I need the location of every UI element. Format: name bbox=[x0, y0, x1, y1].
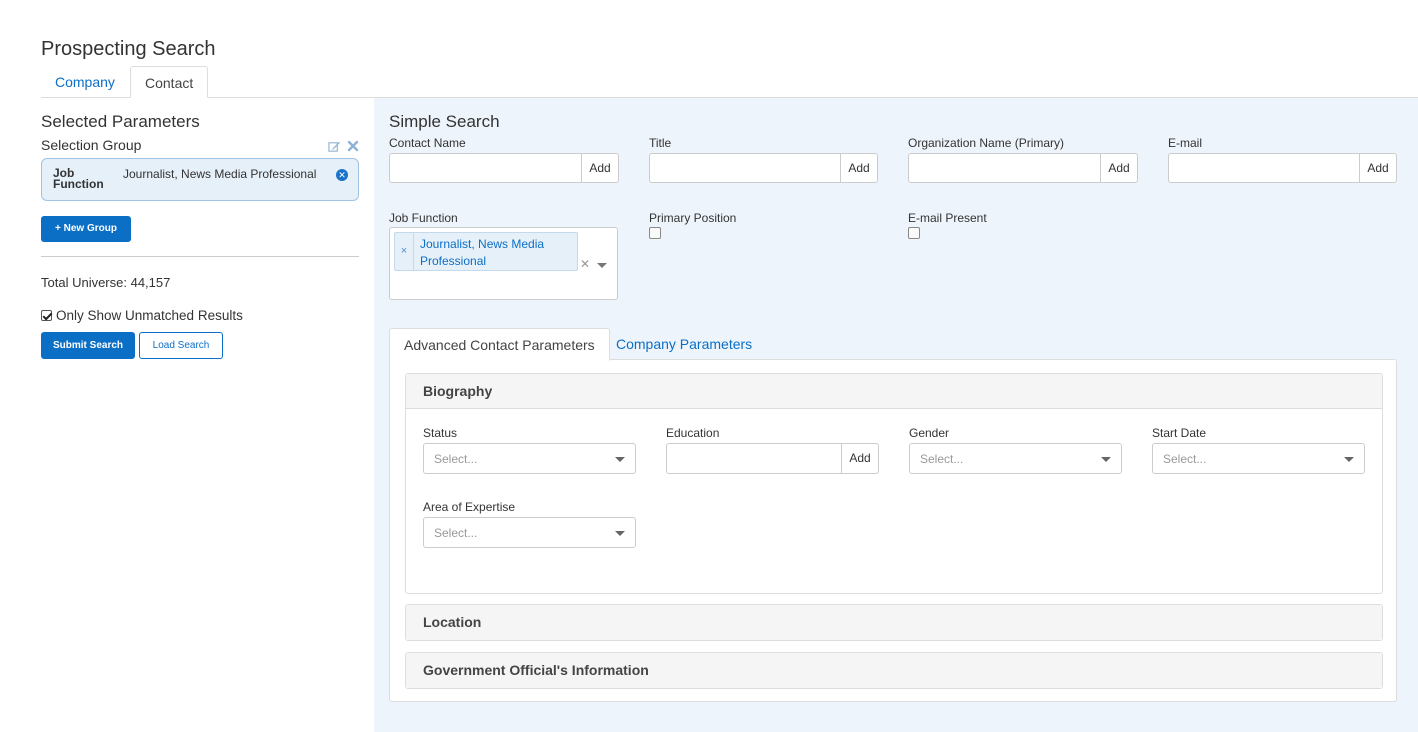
organization-label: Organization Name (Primary) bbox=[908, 136, 1065, 150]
primary-position-checkbox[interactable] bbox=[649, 227, 661, 239]
selection-group-item: Job Function Journalist, News Media Prof… bbox=[41, 158, 359, 201]
only-unmatched-label: Only Show Unmatched Results bbox=[56, 308, 243, 323]
organization-add-button[interactable]: Add bbox=[1100, 154, 1137, 182]
new-group-button[interactable]: + New Group bbox=[41, 216, 131, 242]
page-title: Prospecting Search bbox=[41, 38, 216, 60]
chevron-down-icon[interactable] bbox=[597, 263, 607, 268]
tab-company[interactable]: Company bbox=[41, 66, 129, 98]
group-param-value: Journalist, News Media Professional bbox=[123, 167, 317, 181]
status-select[interactable]: Select... bbox=[423, 443, 636, 474]
selection-group-label: Selection Group bbox=[41, 137, 142, 153]
chevron-down-icon bbox=[615, 531, 625, 536]
title-field[interactable]: Add bbox=[649, 153, 878, 183]
advanced-parameters-box: Biography Status Select... Education Add… bbox=[389, 359, 1397, 702]
clear-icon[interactable]: ✕ bbox=[580, 257, 590, 271]
gender-label: Gender bbox=[909, 426, 950, 440]
selected-parameters-title: Selected Parameters bbox=[41, 112, 200, 131]
location-panel[interactable]: Location bbox=[405, 604, 1383, 641]
primary-position-label: Primary Position bbox=[649, 211, 737, 225]
organization-field[interactable]: Add bbox=[908, 153, 1138, 183]
chevron-down-icon bbox=[615, 457, 625, 462]
search-panel: Simple Search Contact Name Add Title Add… bbox=[374, 98, 1418, 732]
submit-search-button[interactable]: Submit Search bbox=[41, 332, 135, 359]
group-param-key: Job Function bbox=[53, 166, 104, 191]
biography-heading[interactable]: Biography bbox=[406, 374, 1382, 409]
area-of-expertise-label: Area of Expertise bbox=[423, 500, 516, 514]
simple-search-title: Simple Search bbox=[389, 112, 500, 131]
tab-contact[interactable]: Contact bbox=[130, 66, 209, 98]
start-date-label: Start Date bbox=[1152, 426, 1207, 440]
email-label: E-mail bbox=[1168, 136, 1203, 150]
education-add-button[interactable]: Add bbox=[841, 444, 878, 473]
status-label: Status bbox=[423, 426, 458, 440]
chevron-down-icon bbox=[1101, 457, 1111, 462]
job-function-chip-label: Journalist, News Media Professional bbox=[420, 237, 545, 268]
start-date-select[interactable]: Select... bbox=[1152, 443, 1365, 474]
edit-icon[interactable] bbox=[328, 140, 341, 153]
email-present-label: E-mail Present bbox=[908, 211, 987, 225]
only-unmatched-checkbox[interactable] bbox=[41, 310, 52, 321]
only-unmatched-toggle[interactable]: Only Show Unmatched Results bbox=[41, 308, 243, 323]
government-official-heading[interactable]: Government Official's Information bbox=[406, 653, 1382, 688]
tab-company-parameters[interactable]: Company Parameters bbox=[602, 328, 766, 361]
government-official-panel[interactable]: Government Official's Information bbox=[405, 652, 1383, 689]
contact-name-field[interactable]: Add bbox=[389, 153, 619, 183]
close-icon[interactable] bbox=[347, 140, 359, 152]
tab-advanced-contact-parameters[interactable]: Advanced Contact Parameters bbox=[389, 328, 610, 361]
remove-circle-icon[interactable]: ✕ bbox=[336, 169, 348, 181]
title-add-button[interactable]: Add bbox=[840, 154, 877, 182]
biography-panel: Biography Status Select... Education Add… bbox=[405, 373, 1383, 594]
location-heading[interactable]: Location bbox=[406, 605, 1382, 640]
email-add-button[interactable]: Add bbox=[1359, 154, 1396, 182]
divider bbox=[41, 256, 359, 257]
start-date-placeholder: Select... bbox=[1163, 452, 1207, 466]
gender-select[interactable]: Select... bbox=[909, 443, 1122, 474]
gender-placeholder: Select... bbox=[920, 452, 964, 466]
email-present-checkbox[interactable] bbox=[908, 227, 920, 239]
job-function-chip: × Journalist, News Media Professional bbox=[394, 232, 578, 271]
email-field[interactable]: Add bbox=[1168, 153, 1397, 183]
education-field[interactable]: Add bbox=[666, 443, 879, 474]
status-placeholder: Select... bbox=[434, 452, 478, 466]
load-search-button[interactable]: Load Search bbox=[139, 332, 223, 359]
total-universe: Total Universe: 44,157 bbox=[41, 275, 171, 290]
chip-remove-icon[interactable]: × bbox=[395, 233, 414, 270]
area-of-expertise-select[interactable]: Select... bbox=[423, 517, 636, 548]
contact-name-add-button[interactable]: Add bbox=[581, 154, 618, 182]
area-of-expertise-placeholder: Select... bbox=[434, 526, 478, 540]
title-label: Title bbox=[649, 136, 672, 150]
job-function-label: Job Function bbox=[389, 211, 458, 225]
education-label: Education bbox=[666, 426, 720, 440]
job-function-multiselect[interactable]: × Journalist, News Media Professional ✕ bbox=[389, 227, 618, 300]
contact-name-label: Contact Name bbox=[389, 136, 466, 150]
chevron-down-icon bbox=[1344, 457, 1354, 462]
